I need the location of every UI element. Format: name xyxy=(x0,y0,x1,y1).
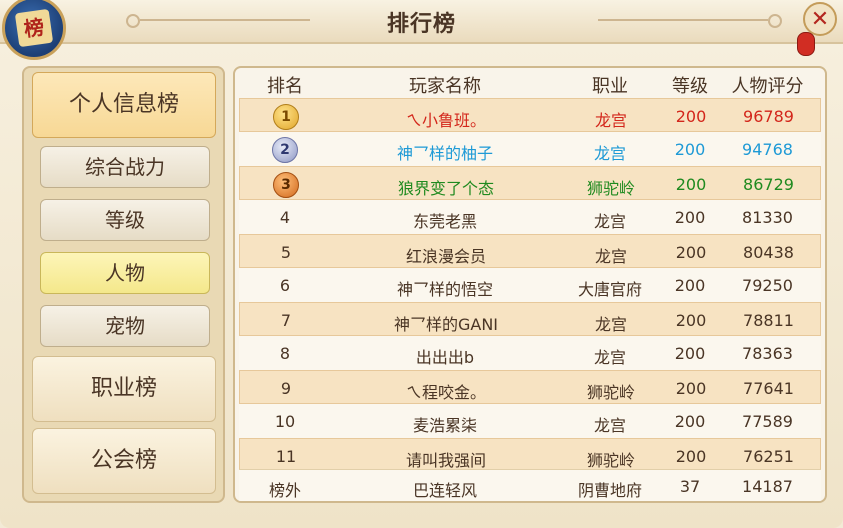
player-name-cell: 出出出b xyxy=(415,348,475,367)
score-cell: 81330 xyxy=(742,208,793,227)
sub-tab-level[interactable]: 等级 xyxy=(40,199,210,241)
level-cell: 200 xyxy=(674,412,706,431)
table-body: 1 ㄟ小鲁班。 龙宫 200 96789 2 神乛样的柚子 龙宫 200 94768 3 狼界变了个态… xyxy=(239,98,821,472)
level-cell: 200 xyxy=(674,344,706,363)
score-cell: 86729 xyxy=(743,175,794,194)
table-row[interactable]: 3 狼界变了个态 狮驼岭 200 86729 xyxy=(239,166,821,200)
table-row[interactable]: 1 ㄟ小鲁班。 龙宫 200 96789 xyxy=(239,98,821,132)
level-cell: 200 xyxy=(675,379,707,398)
job-cell: 龙宫 xyxy=(594,247,627,266)
player-name-cell: 狼界变了个态 xyxy=(397,179,494,198)
tab-job-ranking[interactable]: 职业榜 xyxy=(32,356,216,422)
level-cell: 200 xyxy=(674,140,706,159)
score-cell: 77641 xyxy=(743,379,794,398)
level-cell: 200 xyxy=(674,208,706,227)
job-cell: 龙宫 xyxy=(593,416,626,435)
rank-cell: 11 xyxy=(275,447,297,466)
job-cell: 龙宫 xyxy=(593,144,626,163)
leaderboard-logo-icon: 榜 xyxy=(2,0,66,60)
table-row[interactable]: 2 神乛样的柚子 龙宫 200 94768 xyxy=(239,132,821,166)
table-row[interactable]: 6 神乛样的悟空 大唐官府 200 79250 xyxy=(239,268,821,302)
level-cell: 200 xyxy=(675,447,707,466)
table-row[interactable]: 4 东莞老黑 龙宫 200 81330 xyxy=(239,200,821,234)
table-row[interactable]: 5 红浪漫会员 龙宫 200 80438 xyxy=(239,234,821,268)
table-row[interactable]: 11 请叫我强间 狮驼岭 200 76251 xyxy=(239,438,821,472)
level-cell: 200 xyxy=(675,107,707,126)
my-name: 巴连轻风 xyxy=(412,481,477,500)
tab-personal-ranking[interactable]: 个人信息榜 xyxy=(32,72,216,138)
table-row[interactable]: 7 神乛样的GANI 龙宫 200 78811 xyxy=(239,302,821,336)
level-cell: 200 xyxy=(675,243,707,262)
player-name-cell: 请叫我强间 xyxy=(405,451,486,470)
player-name-cell: 神乛样的柚子 xyxy=(396,144,493,163)
lantern-icon xyxy=(797,32,815,56)
level-cell: 200 xyxy=(674,276,706,295)
rank-cell: 4 xyxy=(279,208,291,227)
job-cell: 狮驼岭 xyxy=(586,383,635,402)
score-cell: 78811 xyxy=(743,311,794,330)
rank-cell: 7 xyxy=(280,311,292,330)
table-row[interactable]: 8 出出出b 龙宫 200 78363 xyxy=(239,336,821,370)
score-cell: 78363 xyxy=(742,344,793,363)
ranking-table: 排名 玩家名称 职业 等级 人物评分 1 ㄟ小鲁班。 龙宫 200 96789 2 神乛样的… xyxy=(233,66,827,503)
my-rank-row[interactable]: 榜外 巴连轻风 阴曹地府 37 14187 xyxy=(239,469,821,501)
job-cell: 龙宫 xyxy=(593,348,626,367)
window-title: 排行榜 xyxy=(386,12,456,37)
my-job: 阴曹地府 xyxy=(577,481,642,500)
score-cell: 80438 xyxy=(743,243,794,262)
my-score: 14187 xyxy=(742,477,793,496)
sub-tab-pet[interactable]: 宠物 xyxy=(40,305,210,347)
job-cell: 龙宫 xyxy=(593,212,626,231)
header-level: 等级 xyxy=(672,76,708,97)
player-name-cell: 红浪漫会员 xyxy=(405,247,486,266)
level-cell: 200 xyxy=(675,311,707,330)
player-name-cell: 麦浩累柒 xyxy=(412,416,477,435)
header-rank: 排名 xyxy=(267,76,303,97)
sub-tab-character[interactable]: 人物 xyxy=(40,252,210,294)
table-row[interactable]: 9 ㄟ程咬金。 狮驼岭 200 77641 xyxy=(239,370,821,404)
leaderboard-window: 排行榜 榜 ✕ 个人信息榜 综合战力 等级 人物 宠物 职业榜 公会榜 排名 玩… xyxy=(0,0,843,528)
job-cell: 龙宫 xyxy=(594,315,627,334)
player-name-cell: 神乛样的悟空 xyxy=(396,280,493,299)
player-name-cell: 东莞老黑 xyxy=(412,212,477,231)
player-name-cell: 神乛样的GANI xyxy=(393,315,499,334)
sub-tab-combat-power[interactable]: 综合战力 xyxy=(40,146,210,188)
header-job: 职业 xyxy=(592,76,628,97)
rank-cell: 6 xyxy=(279,276,291,295)
player-name-cell: ㄟ程咬金。 xyxy=(405,383,486,402)
job-cell: 狮驼岭 xyxy=(586,451,635,470)
table-row[interactable]: 10 麦浩累柒 龙宫 200 77589 xyxy=(239,404,821,438)
score-cell: 79250 xyxy=(742,276,793,295)
my-level: 37 xyxy=(679,477,701,496)
score-cell: 94768 xyxy=(742,140,793,159)
rank-medal-icon: 1 xyxy=(273,104,299,130)
header-score: 人物评分 xyxy=(731,76,804,97)
level-cell: 200 xyxy=(675,175,707,194)
logo-glyph: 榜 xyxy=(14,8,54,48)
job-cell: 大唐官府 xyxy=(577,280,642,299)
rank-cell: 8 xyxy=(279,344,291,363)
job-cell: 龙宫 xyxy=(594,111,627,130)
my-rank: 榜外 xyxy=(268,481,301,500)
score-cell: 76251 xyxy=(743,447,794,466)
rank-cell: 9 xyxy=(280,379,292,398)
rank-cell: 10 xyxy=(274,412,296,431)
title-bar: 排行榜 xyxy=(0,0,843,44)
rank-medal-icon: 2 xyxy=(272,137,298,163)
score-cell: 96789 xyxy=(743,107,794,126)
rank-cell: 5 xyxy=(280,243,292,262)
close-button[interactable]: ✕ xyxy=(803,2,837,36)
sidebar: 个人信息榜 综合战力 等级 人物 宠物 职业榜 公会榜 xyxy=(22,66,225,503)
table-header: 排名 玩家名称 职业 等级 人物评分 xyxy=(235,68,825,98)
job-cell: 狮驼岭 xyxy=(586,179,635,198)
rank-medal-icon: 3 xyxy=(273,172,299,198)
player-name-cell: ㄟ小鲁班。 xyxy=(405,111,486,130)
tab-guild-ranking[interactable]: 公会榜 xyxy=(32,428,216,494)
header-name: 玩家名称 xyxy=(409,76,481,97)
score-cell: 77589 xyxy=(742,412,793,431)
